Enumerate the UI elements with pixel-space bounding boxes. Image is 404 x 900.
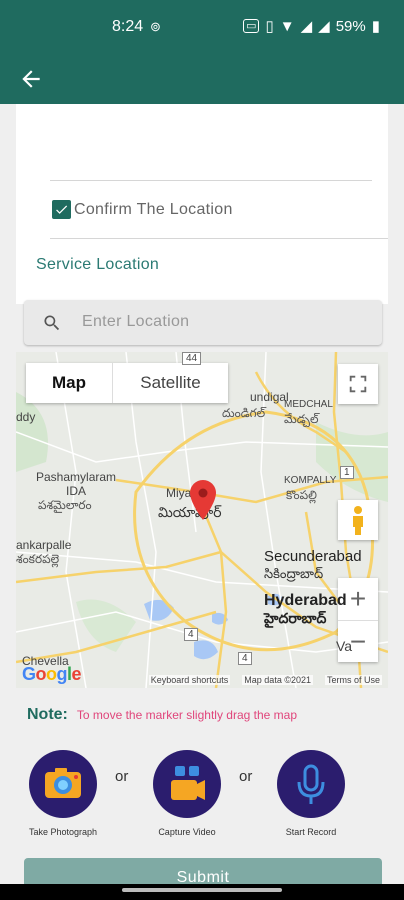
camera-icon <box>29 750 97 818</box>
notification-icon: ⊚ <box>150 19 161 34</box>
map-label: Hyderabad <box>264 592 347 609</box>
data-speed-icon: ▭ <box>243 19 260 33</box>
take-photo-button[interactable]: Take Photograph <box>13 750 113 837</box>
fullscreen-icon[interactable] <box>338 364 378 404</box>
map-type-toggle: Map Satellite <box>26 363 228 403</box>
or-separator: or <box>239 768 253 785</box>
app-bar <box>0 56 404 104</box>
map-label: శంకరపల్లె <box>16 552 60 566</box>
status-time: 8:24 <box>112 18 144 35</box>
map-label: 1 <box>340 466 354 479</box>
system-nav-bar <box>0 884 404 900</box>
map-attribution: Keyboard shortcuts Map data ©2021 Terms … <box>16 672 388 688</box>
divider <box>50 180 372 181</box>
capture-video-button[interactable]: Capture Video <box>137 750 237 837</box>
capture-video-label: Capture Video <box>158 827 216 837</box>
map-label: Va <box>336 638 353 654</box>
map-label: కొంపల్లి <box>286 488 317 502</box>
microphone-icon <box>277 750 345 818</box>
wifi-icon: ▼ <box>279 17 295 35</box>
map-label: మేడ్చల్ <box>284 412 319 426</box>
map-type-satellite-button[interactable]: Satellite <box>112 363 228 403</box>
map-data-text: Map data ©2021 <box>242 675 313 685</box>
signal-icon-2: ◢ <box>318 18 330 35</box>
arrow-left-icon[interactable] <box>18 66 44 92</box>
map-label: KOMPALLY <box>284 475 337 486</box>
map-label: ankarpalle <box>16 538 72 552</box>
map-label: హైదరాబాద్ <box>264 610 327 626</box>
start-record-label: Start Record <box>285 827 337 837</box>
map-label: MEDCHAL <box>284 399 333 410</box>
battery-percent: 59% <box>335 17 366 35</box>
pegman-street-view-icon[interactable] <box>338 500 378 540</box>
map-view[interactable]: Map Satellite + − ddy Pashamylaram IDA ప… <box>16 352 388 688</box>
start-record-button[interactable]: Start Record <box>261 750 361 837</box>
status-icons: ▭ ▯ ▼ ◢ ◢ 59% ▮ <box>243 17 380 35</box>
signal-icon: ◢ <box>300 18 313 35</box>
map-label: సికింద్రాబాద్ <box>264 566 324 581</box>
map-label: 4 <box>184 628 198 641</box>
map-label: IDA <box>66 484 87 498</box>
map-label: పశమైలారం <box>38 498 92 512</box>
vibrate-icon: ▯ <box>265 18 274 35</box>
service-location-title: Service Location <box>36 256 160 273</box>
note-text: To move the marker slightly drag the map <box>76 708 297 722</box>
map-label: Pashamylaram <box>36 470 117 484</box>
search-icon <box>44 315 60 331</box>
note-label: Note: <box>27 706 68 723</box>
location-card: Confirm The Location Service Location <box>16 104 388 304</box>
map-label: Secunderabad <box>264 548 362 565</box>
confirm-location-label: Confirm The Location <box>74 200 233 218</box>
confirm-location-row[interactable]: Confirm The Location <box>52 200 233 219</box>
video-camera-icon <box>153 750 221 818</box>
confirm-location-checkbox[interactable] <box>52 200 71 219</box>
map-label: 44 <box>182 352 202 365</box>
divider <box>50 238 388 239</box>
terms-of-use-link[interactable]: Terms of Use <box>324 675 382 685</box>
map-label: ddy <box>16 410 36 424</box>
keyboard-shortcuts-link[interactable]: Keyboard shortcuts <box>148 675 231 685</box>
map-label: దుండిగల్ <box>222 406 266 420</box>
or-separator: or <box>115 768 129 785</box>
media-actions: Take Photograph or Capture Video or Star… <box>0 750 404 850</box>
location-search-box[interactable] <box>24 300 382 345</box>
take-photo-label: Take Photograph <box>28 827 98 837</box>
note-row: Note: To move the marker slightly drag t… <box>27 706 297 724</box>
home-gesture-handle[interactable] <box>122 888 282 892</box>
location-search-input[interactable] <box>82 310 362 334</box>
battery-icon: ▮ <box>371 18 380 35</box>
map-label: undigal <box>250 390 289 404</box>
location-marker-icon[interactable] <box>190 480 216 525</box>
map-label: 4 <box>238 652 252 665</box>
status-bar: 8:24 ⊚ ▭ ▯ ▼ ◢ ◢ 59% ▮ <box>0 0 404 56</box>
map-type-map-button[interactable]: Map <box>26 363 112 403</box>
